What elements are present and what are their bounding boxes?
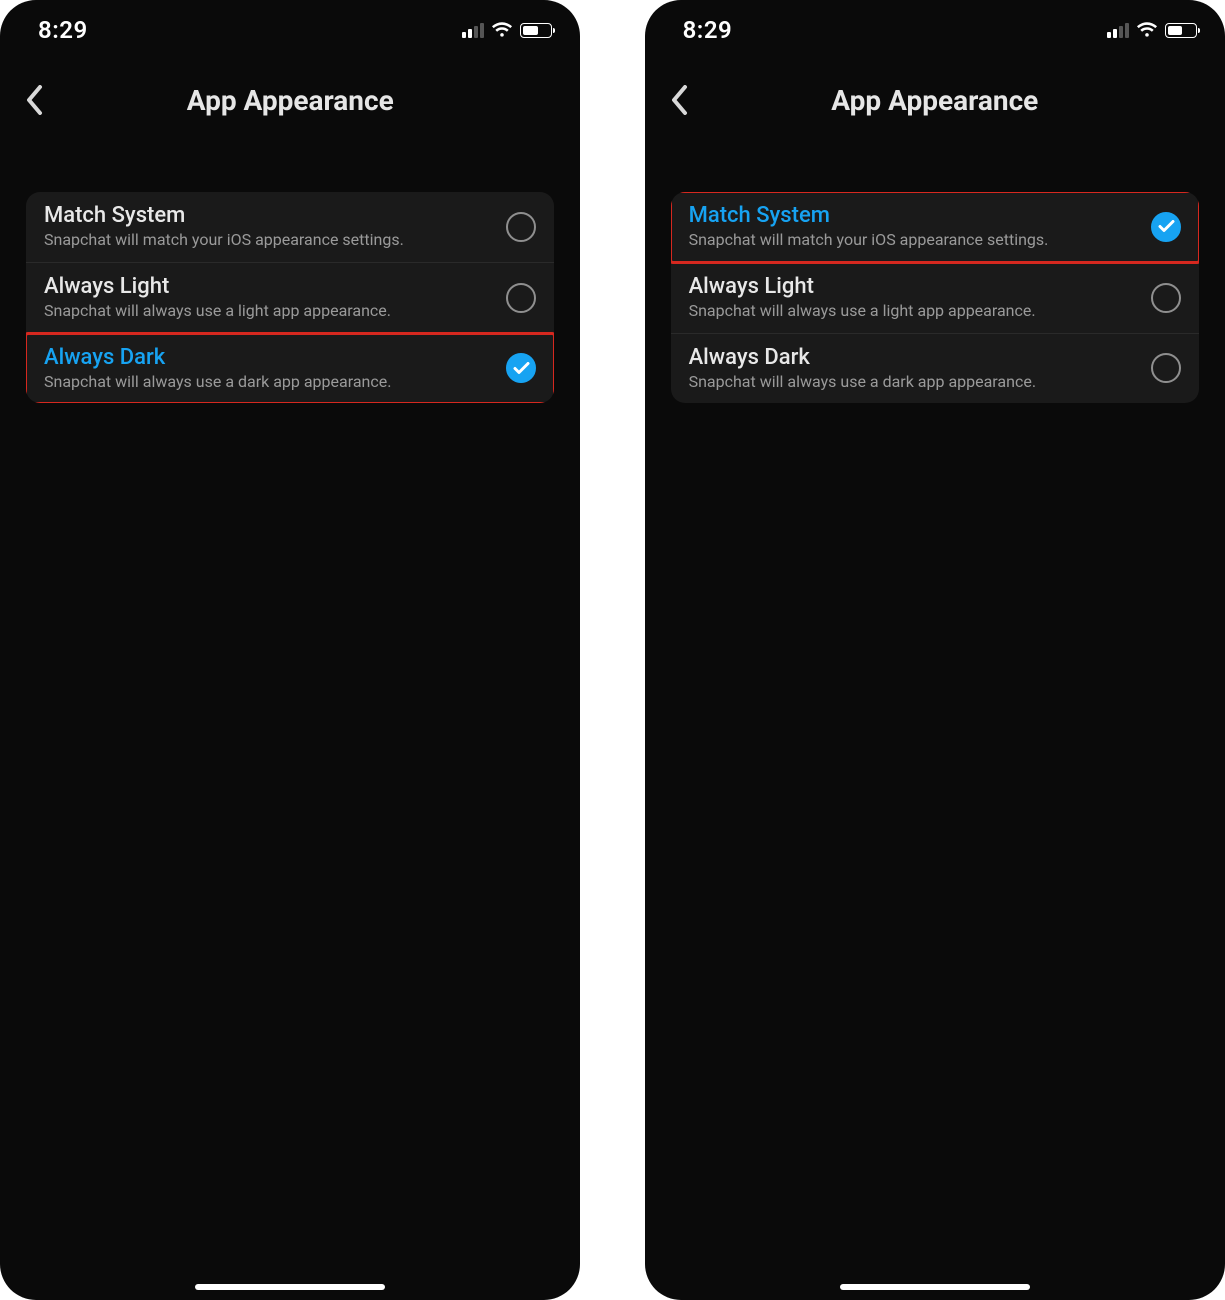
battery-icon <box>1165 23 1197 38</box>
appearance-options-list: Match System Snapchat will match your iO… <box>671 192 1199 403</box>
status-bar: 8:29 <box>645 0 1225 60</box>
page-title: App Appearance <box>831 84 1038 117</box>
option-title: Always Light <box>689 274 1151 299</box>
back-button[interactable] <box>14 80 54 120</box>
option-title: Match System <box>689 203 1151 228</box>
phone-screenshot-right: 8:29 App Appearance Match System Snapcha… <box>645 0 1225 1300</box>
wifi-icon <box>491 22 513 38</box>
radio-selected-icon <box>506 353 536 383</box>
status-bar: 8:29 <box>0 0 580 60</box>
option-title: Always Light <box>44 274 506 299</box>
option-subtitle: Snapchat will always use a light app app… <box>689 301 1151 322</box>
radio-unselected-icon <box>506 212 536 242</box>
page-title: App Appearance <box>187 84 394 117</box>
option-subtitle: Snapchat will match your iOS appearance … <box>689 230 1151 251</box>
wifi-icon <box>1136 22 1158 38</box>
option-title: Match System <box>44 203 506 228</box>
phone-screenshot-left: 8:29 App Appearance Match System Snapcha… <box>0 0 580 1300</box>
radio-unselected-icon <box>1151 353 1181 383</box>
cellular-signal-icon <box>1107 22 1129 38</box>
nav-header: App Appearance <box>0 60 580 140</box>
option-always-dark[interactable]: Always Dark Snapchat will always use a d… <box>671 334 1199 404</box>
option-match-system[interactable]: Match System Snapchat will match your iO… <box>26 192 554 263</box>
home-indicator[interactable] <box>840 1284 1030 1290</box>
radio-unselected-icon <box>506 283 536 313</box>
screenshot-divider <box>600 0 624 1300</box>
option-match-system[interactable]: Match System Snapchat will match your iO… <box>671 192 1199 263</box>
option-always-light[interactable]: Always Light Snapchat will always use a … <box>671 263 1199 334</box>
option-always-light[interactable]: Always Light Snapchat will always use a … <box>26 263 554 334</box>
option-subtitle: Snapchat will always use a dark app appe… <box>689 372 1151 393</box>
radio-unselected-icon <box>1151 283 1181 313</box>
option-subtitle: Snapchat will match your iOS appearance … <box>44 230 506 251</box>
chevron-left-icon <box>25 85 43 115</box>
battery-icon <box>520 23 552 38</box>
status-time: 8:29 <box>38 16 88 44</box>
home-indicator[interactable] <box>195 1284 385 1290</box>
option-subtitle: Snapchat will always use a dark app appe… <box>44 372 506 393</box>
chevron-left-icon <box>670 85 688 115</box>
status-indicators <box>1107 22 1197 38</box>
radio-selected-icon <box>1151 212 1181 242</box>
option-title: Always Dark <box>44 345 506 370</box>
nav-header: App Appearance <box>645 60 1225 140</box>
option-always-dark[interactable]: Always Dark Snapchat will always use a d… <box>26 334 554 404</box>
cellular-signal-icon <box>462 22 484 38</box>
status-indicators <box>462 22 552 38</box>
option-subtitle: Snapchat will always use a light app app… <box>44 301 506 322</box>
status-time: 8:29 <box>683 16 733 44</box>
appearance-options-list: Match System Snapchat will match your iO… <box>26 192 554 403</box>
back-button[interactable] <box>659 80 699 120</box>
option-title: Always Dark <box>689 345 1151 370</box>
